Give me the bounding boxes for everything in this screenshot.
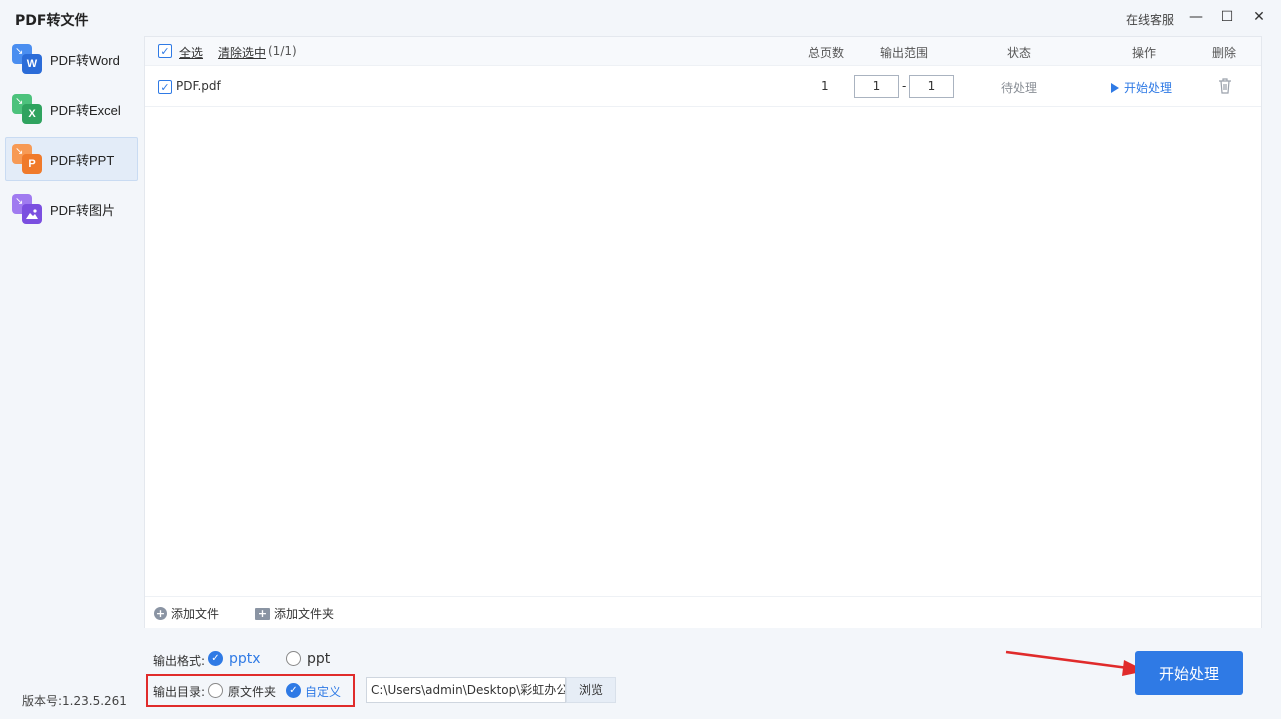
dir-original-radio[interactable] bbox=[208, 683, 223, 698]
row-start-label: 开始处理 bbox=[1124, 81, 1173, 95]
dir-custom-label[interactable]: 自定义 bbox=[305, 683, 341, 700]
add-file-button[interactable]: + 添加文件 bbox=[154, 605, 219, 622]
minimize-button[interactable]: — bbox=[1185, 6, 1207, 28]
trash-icon[interactable] bbox=[1217, 77, 1233, 95]
word-icon: ↘ W bbox=[12, 44, 42, 74]
start-process-button[interactable]: 开始处理 bbox=[1135, 651, 1243, 695]
excel-icon: ↘ X bbox=[12, 94, 42, 124]
page-count: 1 bbox=[821, 79, 829, 93]
close-button[interactable]: ✕ bbox=[1248, 6, 1270, 28]
annotation-arrow-icon bbox=[1005, 650, 1146, 676]
ppt-icon: ↘ P bbox=[12, 144, 42, 174]
add-file-label: 添加文件 bbox=[171, 607, 220, 621]
column-delete: 删除 bbox=[1212, 46, 1237, 60]
table-footer: + 添加文件 + 添加文件夹 bbox=[145, 596, 1261, 628]
sidebar-item-word[interactable]: ↘ W PDF转Word bbox=[5, 37, 138, 81]
row-checkbox[interactable]: ✓ bbox=[158, 80, 172, 94]
add-folder-label: 添加文件夹 bbox=[274, 607, 335, 621]
sidebar-item-image[interactable]: ↘ PDF转图片 bbox=[5, 187, 138, 231]
sidebar-item-label: PDF转Excel bbox=[50, 102, 121, 118]
table-header: ✓ 全选 清除选中 (1/1) 总页数 输出范围 状态 操作 删除 bbox=[145, 37, 1261, 66]
file-list-panel: ✓ 全选 清除选中 (1/1) 总页数 输出范围 状态 操作 删除 ✓ PDF.… bbox=[144, 36, 1262, 628]
sidebar: ↘ W PDF转Word ↘ X PDF转Excel ↘ P PDF转PPT ↘… bbox=[0, 36, 144, 719]
image-icon: ↘ bbox=[12, 194, 42, 224]
format-ppt-radio[interactable] bbox=[286, 651, 301, 666]
sidebar-item-excel[interactable]: ↘ X PDF转Excel bbox=[5, 87, 138, 131]
maximize-button[interactable]: ☐ bbox=[1216, 6, 1238, 28]
output-path-input[interactable]: C:\Users\admin\Desktop\彩虹办公 bbox=[366, 677, 566, 703]
app-title: PDF转文件 bbox=[15, 13, 89, 29]
sidebar-item-ppt[interactable]: ↘ P PDF转PPT bbox=[5, 137, 138, 181]
sidebar-item-label: PDF转PPT bbox=[50, 152, 115, 168]
folder-plus-icon: + bbox=[255, 607, 270, 620]
dir-original-label[interactable]: 原文件夹 bbox=[228, 683, 276, 700]
format-label: 输出格式: bbox=[153, 654, 206, 668]
column-pages: 总页数 bbox=[808, 46, 845, 60]
right-edge bbox=[1262, 36, 1281, 628]
row-start-button[interactable]: 开始处理 bbox=[1111, 79, 1172, 96]
play-icon bbox=[1111, 82, 1119, 93]
dir-label: 输出目录: bbox=[153, 685, 206, 699]
range-to-input[interactable]: 1 bbox=[909, 75, 954, 98]
range-from-input[interactable]: 1 bbox=[854, 75, 899, 98]
column-range: 输出范围 bbox=[880, 46, 929, 60]
range-separator: - bbox=[902, 79, 907, 93]
file-name: PDF.pdf bbox=[176, 79, 221, 93]
column-status: 状态 bbox=[1007, 46, 1032, 60]
sidebar-item-label: PDF转图片 bbox=[50, 202, 116, 218]
plus-circle-icon: + bbox=[154, 607, 167, 620]
table-row: ✓ PDF.pdf 1 1 - 1 待处理 开始处理 bbox=[145, 67, 1261, 107]
clear-selection-link[interactable]: 清除选中 bbox=[218, 44, 266, 61]
format-pptx-label[interactable]: pptx bbox=[229, 651, 261, 667]
selection-count: (1/1) bbox=[268, 44, 297, 58]
status-text: 待处理 bbox=[1001, 81, 1038, 95]
add-folder-button[interactable]: + 添加文件夹 bbox=[255, 605, 334, 622]
dir-custom-radio[interactable]: ✓ bbox=[286, 683, 301, 698]
column-action: 操作 bbox=[1132, 46, 1157, 60]
browse-button[interactable]: 浏览 bbox=[566, 677, 616, 703]
select-all-link[interactable]: 全选 bbox=[179, 44, 203, 61]
title-bar: PDF转文件 在线客服 — ☐ ✕ bbox=[0, 0, 1281, 36]
version-label: 版本号:1.23.5.261 bbox=[22, 694, 127, 708]
online-service-link[interactable]: 在线客服 bbox=[1126, 11, 1174, 28]
format-ppt-label[interactable]: ppt bbox=[307, 651, 330, 667]
format-pptx-radio[interactable]: ✓ bbox=[208, 651, 223, 666]
sidebar-item-label: PDF转Word bbox=[50, 52, 120, 68]
select-all-checkbox[interactable]: ✓ bbox=[158, 44, 172, 58]
